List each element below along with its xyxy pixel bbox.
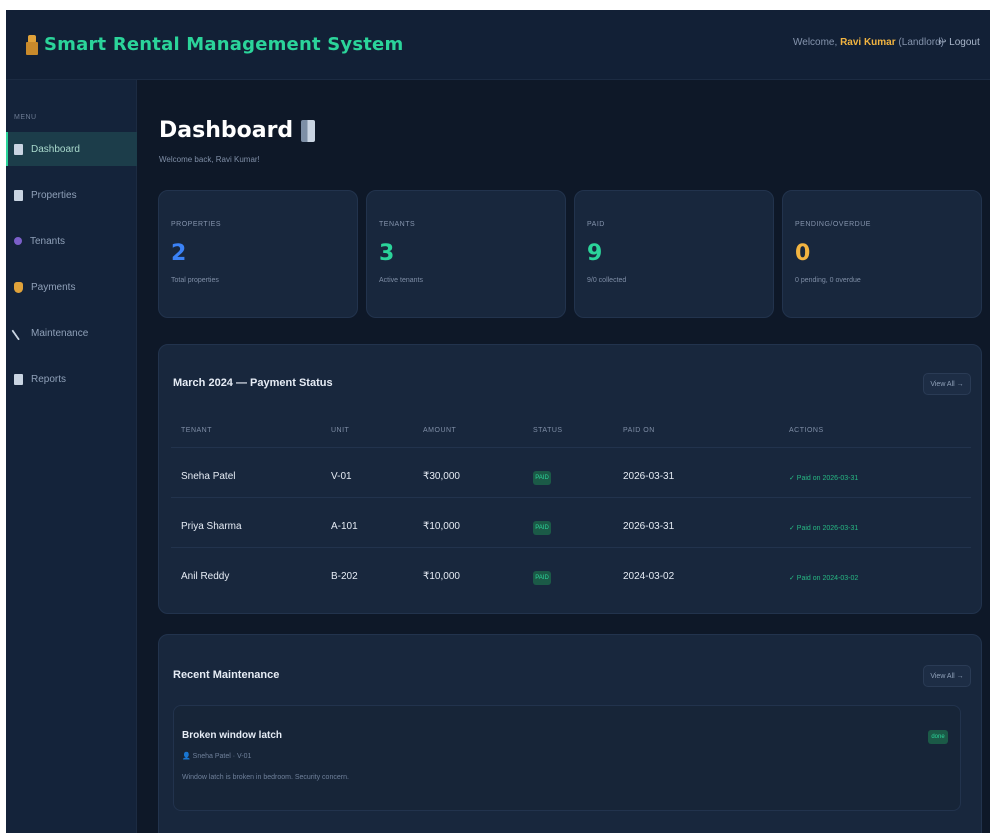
column-header-tenant: TENANT <box>181 427 212 434</box>
section-title: Recent Maintenance <box>173 669 280 681</box>
row-action[interactable]: ✓ Paid on 2026-03-31 <box>789 474 858 482</box>
sidebar-item-maintenance[interactable]: Maintenance <box>6 316 137 350</box>
column-header-unit: UNIT <box>331 427 350 434</box>
stat-value: 0 <box>795 241 811 266</box>
tenant-name: Anil Reddy <box>181 571 230 582</box>
view-all-payments-button[interactable]: View All → <box>923 373 971 395</box>
tenant-name: Priya Sharma <box>181 521 242 532</box>
divider <box>171 547 971 548</box>
recent-maintenance-panel: Recent Maintenance View All → Broken win… <box>158 634 982 833</box>
money-icon <box>14 281 23 293</box>
sidebar-item-properties[interactable]: Properties <box>6 178 137 212</box>
payment-status-panel: March 2024 — Payment Status View All → T… <box>158 344 982 614</box>
report-icon <box>14 373 23 385</box>
status-badge: PAID <box>533 471 551 485</box>
stat-card-pending[interactable]: PENDING/OVERDUE 0 0 pending, 0 overdue <box>782 190 982 318</box>
top-bar: Smart Rental Management System Welcome, … <box>6 10 990 80</box>
row-action[interactable]: ✓ Paid on 2026-03-31 <box>789 524 858 532</box>
section-title: March 2024 — Payment Status <box>173 377 333 389</box>
page-title: Dashboard <box>159 118 316 143</box>
amount: ₹30,000 <box>423 471 460 482</box>
sidebar-item-tenants[interactable]: Tenants <box>6 224 137 258</box>
stat-label: TENANTS <box>379 221 416 228</box>
amount: ₹10,000 <box>423 521 460 532</box>
stat-value: 9 <box>587 241 603 266</box>
building-icon <box>14 189 23 201</box>
stat-value: 3 <box>379 241 395 266</box>
maintenance-description: Window latch is broken in bedroom. Secur… <box>182 774 349 781</box>
stat-label: PENDING/OVERDUE <box>795 221 871 228</box>
column-header-status: STATUS <box>533 427 563 434</box>
stat-card-paid[interactable]: PAID 9 9/0 collected <box>574 190 774 318</box>
sidebar-item-payments[interactable]: Payments <box>6 270 137 304</box>
dashboard-icon <box>14 143 23 155</box>
maintenance-title: Broken window latch <box>182 730 283 741</box>
divider <box>171 497 971 498</box>
unit: B-202 <box>331 571 358 582</box>
stat-subtext: Active tenants <box>379 277 423 284</box>
sidebar: MENU Dashboard Properties Tenants Paymen… <box>6 80 137 833</box>
menu-label: MENU <box>14 114 37 121</box>
user-name: Ravi Kumar <box>840 37 896 48</box>
column-header-actions: ACTIONS <box>789 427 824 434</box>
view-all-maintenance-button[interactable]: View All → <box>923 665 971 687</box>
divider <box>171 447 971 448</box>
brand[interactable]: Smart Rental Management System <box>26 34 403 55</box>
stat-subtext: 0 pending, 0 overdue <box>795 277 861 284</box>
paid-on: 2026-03-31 <box>623 521 675 532</box>
sidebar-item-reports[interactable]: Reports <box>6 362 137 396</box>
unit: V-01 <box>331 471 352 482</box>
amount: ₹10,000 <box>423 571 460 582</box>
sidebar-item-dashboard[interactable]: Dashboard <box>6 132 137 166</box>
row-action[interactable]: ✓ Paid on 2024-03-02 <box>789 574 858 582</box>
maintenance-meta: 👤 Sneha Patel · V-01 <box>182 753 252 760</box>
page-subtitle: Welcome back, Ravi Kumar! <box>159 155 260 164</box>
stat-subtext: 9/0 collected <box>587 277 627 284</box>
stat-value: 2 <box>171 241 187 266</box>
stat-card-tenants[interactable]: TENANTS 3 Active tenants <box>366 190 566 318</box>
logout-button[interactable]: ↩ Logout <box>938 37 980 48</box>
status-badge: done <box>928 730 948 744</box>
paid-on: 2026-03-31 <box>623 471 675 482</box>
welcome-text: Welcome, Ravi Kumar (Landlord) <box>793 37 945 48</box>
maintenance-item[interactable]: Broken window latch 👤 Sneha Patel · V-01… <box>173 705 961 811</box>
wrench-icon <box>11 325 26 341</box>
column-header-paid-on: PAID ON <box>623 427 655 434</box>
door-icon <box>301 119 316 142</box>
status-badge: PAID <box>533 521 551 535</box>
status-badge: PAID <box>533 571 551 585</box>
stat-label: PAID <box>587 221 605 228</box>
stat-card-properties[interactable]: PROPERTIES 2 Total properties <box>158 190 358 318</box>
brand-title: Smart Rental Management System <box>44 34 404 55</box>
stat-label: PROPERTIES <box>171 221 221 228</box>
unit: A-101 <box>331 521 358 532</box>
users-icon <box>14 237 22 245</box>
house-icon <box>26 34 38 55</box>
stat-subtext: Total properties <box>171 277 219 284</box>
paid-on: 2024-03-02 <box>623 571 675 582</box>
column-header-amount: AMOUNT <box>423 427 457 434</box>
app-frame: Smart Rental Management System Welcome, … <box>6 10 990 833</box>
tenant-name: Sneha Patel <box>181 471 236 482</box>
